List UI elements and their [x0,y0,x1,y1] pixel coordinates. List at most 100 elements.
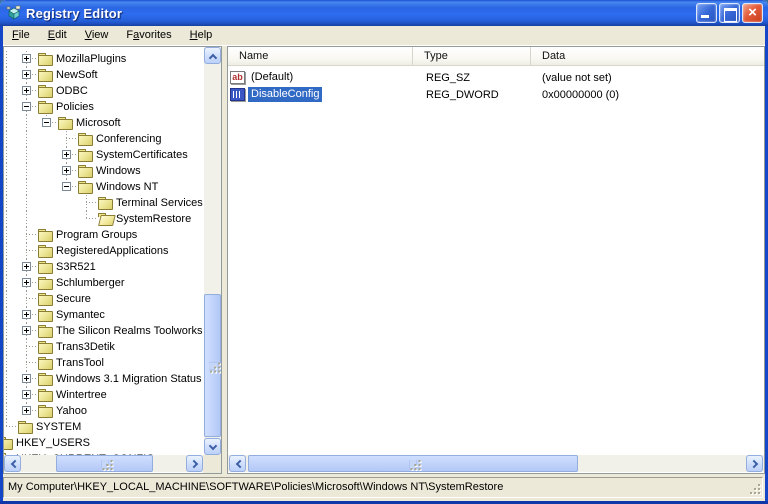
tree-item-label[interactable]: Secure [53,292,94,307]
tree-expander-slot [62,131,77,147]
tree-item-label[interactable]: Trans3Detik [53,340,118,355]
tree-scroll-left-button[interactable] [4,455,21,472]
column-header-name[interactable]: Name [228,47,413,66]
tree-guide-stub [66,138,76,139]
value-name[interactable]: DisableConfig [248,87,322,102]
expand-plus-icon[interactable] [62,166,71,175]
tree-item-trans3detik[interactable]: Trans3Detik [22,339,204,355]
value-row-disableconfig[interactable]: DisableConfigREG_DWORD0x00000000 (0) [228,86,764,103]
tree-expander-slot [22,275,37,291]
tree-item-label[interactable]: Symantec [53,308,108,323]
list-scroll-right-button[interactable] [746,455,763,472]
tree-item-hkey-users[interactable]: HKEY_USERS [4,435,204,451]
menu-view[interactable]: View [76,27,118,44]
tree-item-odbc[interactable]: ODBC [22,83,204,99]
tree-item-label[interactable]: S3R521 [53,260,99,275]
expand-plus-icon[interactable] [22,406,31,415]
tree-item-conferencing[interactable]: Conferencing [62,131,204,147]
tree-item-systemrestore[interactable]: SystemRestore [82,211,204,227]
menu-help[interactable]: Help [181,27,222,44]
collapse-minus-icon[interactable] [62,182,71,191]
tree-item-registeredapplications[interactable]: RegisteredApplications [22,243,204,259]
expand-plus-icon[interactable] [22,310,31,319]
tree-scroll-down-button[interactable] [204,438,221,455]
tree-item-wintertree[interactable]: Wintertree [22,387,204,403]
tree-item-label[interactable]: MozillaPlugins [53,52,129,67]
resize-grip[interactable] [749,484,762,497]
tree-item-windows-3-1-migration-status[interactable]: Windows 3.1 Migration Status [22,371,204,387]
folder-icon [37,275,53,291]
tree-item-label[interactable]: Schlumberger [53,276,127,291]
tree-item-label[interactable]: Terminal Services [113,196,204,211]
tree-item-label[interactable]: Windows NT [93,180,161,195]
close-button[interactable] [742,3,763,23]
expand-plus-icon[interactable] [22,262,31,271]
titlebar[interactable]: Registry Editor [0,0,768,26]
tree-item-system[interactable]: SYSTEM [4,419,204,435]
expand-plus-icon[interactable] [22,390,31,399]
tree-item-label[interactable]: SYSTEM [33,420,84,435]
tree-item-label[interactable]: ODBC [53,84,91,99]
tree-item-label[interactable]: Policies [53,100,97,115]
tree-item-s3r521[interactable]: S3R521 [22,259,204,275]
value-name[interactable]: (Default) [248,70,296,85]
tree-item-yahoo[interactable]: Yahoo [22,403,204,419]
tree-item-label[interactable]: NewSoft [53,68,101,83]
tree-item-label[interactable]: SystemRestore [113,212,194,227]
tree-expander-slot [62,147,77,163]
tree-item-label[interactable]: Program Groups [53,228,140,243]
expand-plus-icon[interactable] [22,70,31,79]
collapse-minus-icon[interactable] [42,118,51,127]
tree-item-label[interactable]: Wintertree [53,388,110,403]
tree-scroll-right-button[interactable] [186,455,203,472]
tree-guide-stub [26,250,36,251]
tree-hscrollbar-thumb[interactable] [56,455,153,472]
tree-item-windows-nt[interactable]: Windows NT [62,179,204,195]
list-scroll-left-button[interactable] [229,455,246,472]
tree-item-label[interactable]: Yahoo [53,404,90,419]
minimize-button[interactable] [696,3,717,23]
tree-vscrollbar-thumb[interactable] [204,294,221,437]
tree-item-terminal-services[interactable]: Terminal Services [82,195,204,211]
tree-item-schlumberger[interactable]: Schlumberger [22,275,204,291]
tree-item-policies[interactable]: Policies [22,99,204,115]
value-row--default-[interactable]: ab(Default)REG_SZ(value not set) [228,69,764,86]
tree-item-symantec[interactable]: Symantec [22,307,204,323]
tree-item-systemcertificates[interactable]: SystemCertificates [62,147,204,163]
tree-item-secure[interactable]: Secure [22,291,204,307]
tree-item-label[interactable]: The Silicon Realms Toolworks [53,324,204,339]
tree-item-label[interactable]: Windows 3.1 Migration Status [53,372,204,387]
tree-item-windows[interactable]: Windows [62,163,204,179]
maximize-button[interactable] [719,3,740,23]
tree-item-label[interactable]: HKEY_USERS [13,436,93,451]
tree-item-mozillaplugins[interactable]: MozillaPlugins [22,51,204,67]
tree-item-label[interactable]: SystemCertificates [93,148,191,163]
tree-item-microsoft[interactable]: Microsoft [42,115,204,131]
list-hscrollbar-thumb[interactable] [248,455,578,472]
expand-plus-icon[interactable] [22,278,31,287]
column-header-data[interactable]: Data [531,47,764,66]
registry-tree-panel: MozillaPluginsNewSoftODBCPoliciesMicroso… [3,46,222,474]
tree-item-label[interactable]: Windows [93,164,144,179]
expand-plus-icon[interactable] [22,326,31,335]
tree-scroll-up-button[interactable] [204,47,221,64]
menu-favorites[interactable]: Favorites [117,27,180,44]
tree-item-label[interactable]: Microsoft [73,116,124,131]
tree-item-newsoft[interactable]: NewSoft [22,67,204,83]
column-header-type[interactable]: Type [413,47,531,66]
expand-plus-icon[interactable] [62,150,71,159]
expand-plus-icon[interactable] [22,374,31,383]
expand-plus-icon[interactable] [22,86,31,95]
tree-item-program-groups[interactable]: Program Groups [22,227,204,243]
tree-item-the-silicon-realms-toolworks[interactable]: The Silicon Realms Toolworks [22,323,204,339]
tree-guide-line [6,179,7,195]
menu-file[interactable]: File [3,27,39,44]
tree-item-label[interactable]: TransTool [53,356,107,371]
expand-plus-icon[interactable] [22,54,31,63]
tree-item-label[interactable]: Conferencing [93,132,164,147]
tree-item-label[interactable]: RegisteredApplications [53,244,172,259]
tree-item-transtool[interactable]: TransTool [22,355,204,371]
menu-edit[interactable]: Edit [39,27,76,44]
collapse-minus-icon[interactable] [22,102,31,111]
value-data: 0x00000000 (0) [531,89,764,101]
